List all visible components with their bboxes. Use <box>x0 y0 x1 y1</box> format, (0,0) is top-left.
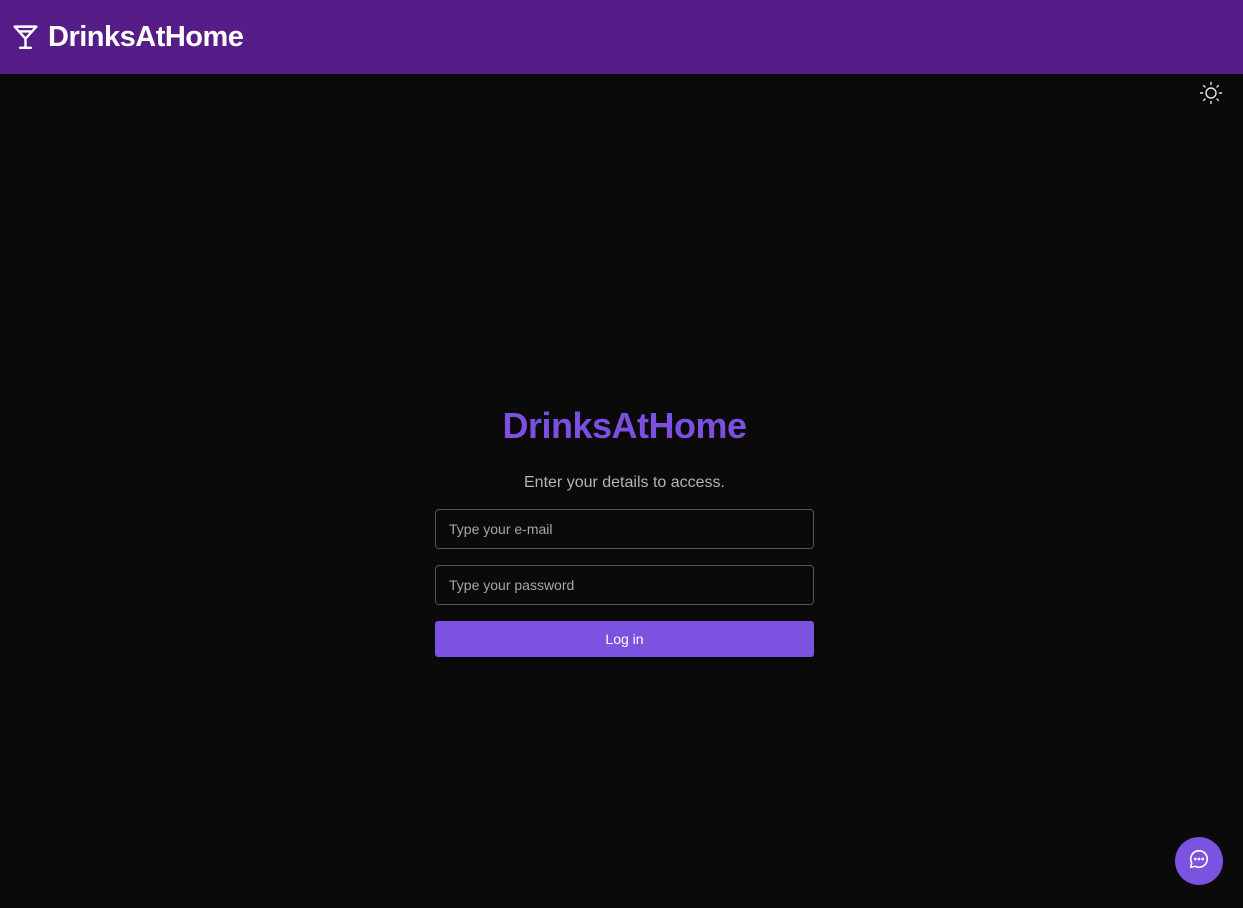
email-field[interactable] <box>435 509 814 549</box>
top-navbar: DrinksAtHome <box>0 0 1243 74</box>
chat-bubble-icon <box>1188 848 1210 875</box>
login-subtitle: Enter your details to access. <box>524 474 725 491</box>
theme-toggle-button[interactable] <box>1198 81 1224 110</box>
cocktail-glass-icon <box>11 23 40 52</box>
login-form: DrinksAtHome Enter your details to acces… <box>435 402 814 657</box>
brand-link[interactable]: DrinksAtHome <box>11 20 244 54</box>
sun-icon <box>1199 81 1223 110</box>
chat-button[interactable] <box>1175 837 1223 885</box>
login-title: DrinksAtHome <box>502 405 747 446</box>
brand-name: DrinksAtHome <box>48 20 244 53</box>
login-button[interactable]: Log in <box>435 621 814 657</box>
password-field[interactable] <box>435 565 814 605</box>
